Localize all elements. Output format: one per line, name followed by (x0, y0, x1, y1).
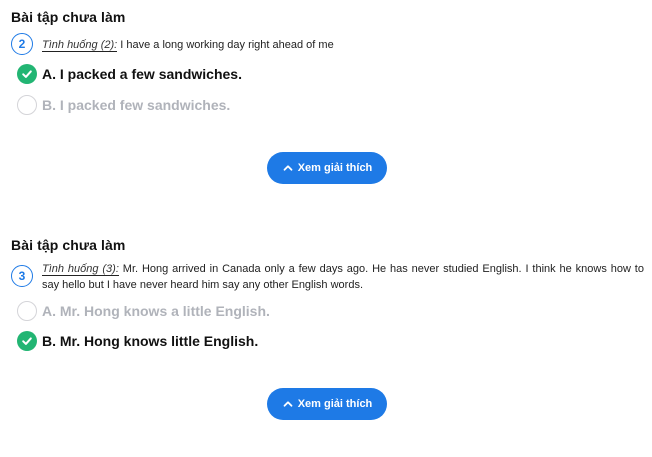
explain-button-label: Xem giải thích (297, 162, 373, 174)
option-label: A. Mr. Hong knows a little English. (42, 303, 270, 319)
situation-tag: Tình huống (2): (42, 39, 118, 52)
option-b[interactable]: B. I packed few sandwiches. (17, 94, 230, 116)
explain-button-label: Xem giải thích (297, 398, 373, 410)
option-a[interactable]: A. I packed a few sandwiches. (17, 63, 242, 85)
situation-text: Tình huống (3): Mr. Hong arrived in Cana… (42, 261, 644, 293)
question-block-3: Bài tập chưa làm 3 Tình huống (3): Mr. H… (0, 228, 652, 457)
option-a[interactable]: A. Mr. Hong knows a little English. (17, 300, 270, 322)
chevron-up-icon (282, 398, 294, 410)
question-number-badge: 2 (11, 33, 33, 55)
check-icon (17, 64, 37, 84)
section-title: Bài tập chưa làm (11, 9, 126, 25)
check-icon (17, 331, 37, 351)
section-title: Bài tập chưa làm (11, 237, 126, 253)
radio-empty-icon (17, 95, 37, 115)
explain-button[interactable]: Xem giải thích (267, 152, 387, 184)
situation-text: Tình huống (2): I have a long working da… (42, 37, 644, 53)
situation-body: I have a long working day right ahead of… (117, 39, 334, 51)
question-block-2: Bài tập chưa làm 2 Tình huống (2): I hav… (0, 0, 652, 228)
situation-tag: Tình huống (3): (42, 263, 119, 276)
option-label: B. I packed few sandwiches. (42, 97, 231, 113)
question-number-badge: 3 (11, 265, 33, 287)
radio-empty-icon (17, 301, 37, 321)
option-label: B. Mr. Hong knows little English. (42, 333, 259, 349)
option-label: A. I packed a few sandwiches. (42, 66, 242, 82)
option-b[interactable]: B. Mr. Hong knows little English. (17, 330, 258, 352)
situation-body: Mr. Hong arrived in Canada only a few da… (42, 263, 644, 291)
explain-button[interactable]: Xem giải thích (267, 388, 387, 420)
chevron-up-icon (282, 162, 294, 174)
